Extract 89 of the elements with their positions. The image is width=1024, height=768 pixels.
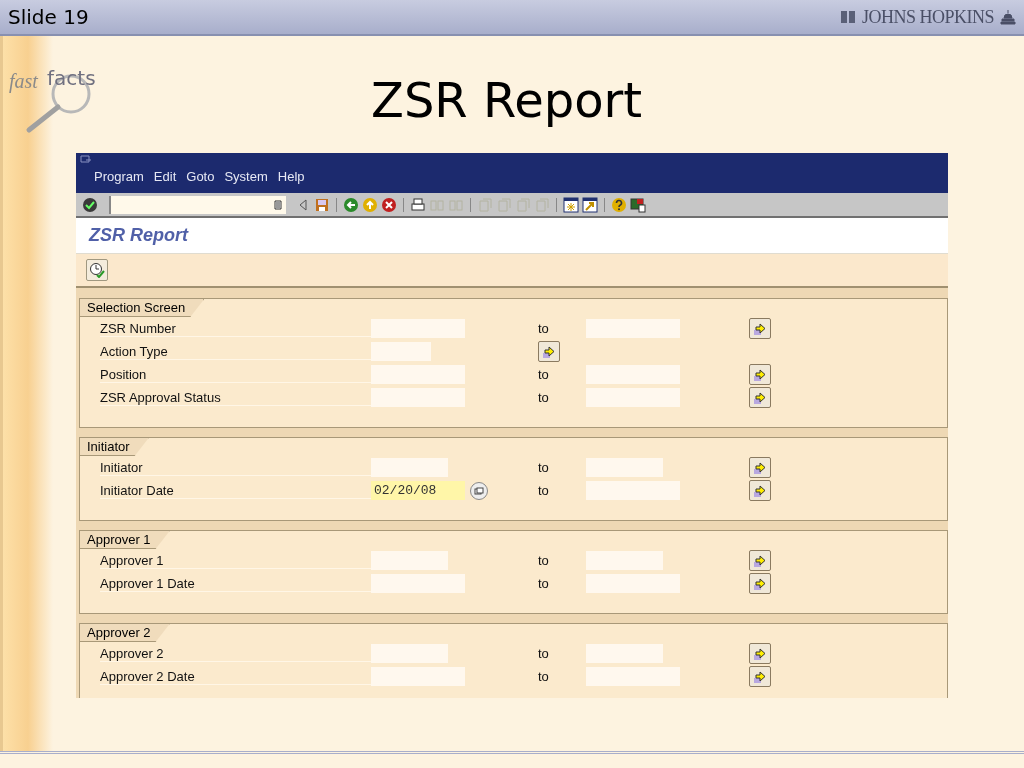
input-field[interactable] (586, 481, 680, 500)
input-field[interactable] (586, 388, 680, 407)
arrow-right-icon (753, 460, 767, 475)
cancel-icon[interactable] (381, 196, 397, 213)
multiple-selection-button[interactable] (538, 341, 560, 362)
layout-icon[interactable] (630, 196, 646, 213)
input-field[interactable] (371, 574, 465, 593)
help-icon[interactable] (611, 196, 627, 213)
check-icon[interactable] (82, 196, 98, 213)
menu-item[interactable]: Goto (181, 169, 220, 184)
range-label: to (538, 669, 550, 684)
field-label: Action Type (100, 343, 371, 360)
field-label: Approver 1 Date (100, 575, 371, 592)
logo-word: fast (9, 70, 38, 93)
new-window-icon[interactable] (563, 196, 579, 213)
range-label: to (538, 460, 550, 475)
arrow-right-icon (753, 367, 767, 382)
menu-item[interactable]: Program (89, 169, 149, 184)
group-title: Approver 1 (80, 531, 170, 549)
input-field[interactable] (371, 458, 448, 477)
arrow-right-icon (753, 646, 767, 661)
input-field[interactable] (371, 551, 448, 570)
execute-button[interactable] (86, 259, 108, 281)
multiple-selection-button[interactable] (749, 643, 771, 664)
dome-building-icon (1000, 9, 1016, 25)
multiple-selection-button[interactable] (749, 387, 771, 408)
field-label: ZSR Number (100, 320, 371, 337)
arrow-right-icon (753, 321, 767, 336)
field-label: Approver 1 (100, 552, 371, 569)
screen-title: ZSR Report (76, 218, 948, 254)
group-title: Approver 2 (80, 624, 170, 642)
range-label: to (538, 321, 550, 336)
multiple-selection-button[interactable] (749, 550, 771, 571)
arrow-right-icon (753, 483, 767, 498)
window-menu-icon (80, 155, 92, 164)
menu-item[interactable]: Edit (148, 169, 182, 184)
arrow-right-icon (542, 344, 556, 359)
input-field[interactable] (371, 365, 465, 384)
input-field[interactable] (371, 388, 465, 407)
field-label: Initiator (100, 459, 371, 476)
slide-number: Slide 19 (8, 5, 89, 29)
input-field[interactable] (586, 458, 663, 477)
calendar-button[interactable] (470, 481, 488, 500)
windows-icon (474, 486, 484, 495)
multiple-selection-button[interactable] (749, 666, 771, 687)
multiple-selection-button[interactable] (749, 364, 771, 385)
input-field[interactable] (371, 319, 465, 338)
input-field[interactable] (586, 667, 680, 686)
range-label: to (538, 646, 550, 661)
brand-name: JOHNS HOPKINS (861, 6, 994, 28)
input-field[interactable] (586, 319, 680, 338)
input-field[interactable] (371, 342, 431, 361)
arrow-right-icon (753, 553, 767, 568)
logo-word: facts (47, 66, 96, 90)
field-label: Approver 2 (100, 645, 371, 662)
save-icon[interactable] (314, 196, 330, 213)
date-input-field[interactable]: 02/20/08 (371, 481, 465, 500)
arrow-right-icon (753, 390, 767, 405)
arrow-right-icon (753, 576, 767, 591)
range-label: to (538, 367, 550, 382)
slide-title: ZSR Report (371, 72, 643, 130)
menu-item[interactable]: System (219, 169, 273, 184)
command-field[interactable] (109, 195, 286, 214)
input-field[interactable] (586, 574, 680, 593)
range-label: to (538, 553, 550, 568)
menu-item[interactable]: Help (272, 169, 310, 184)
multiple-selection-button[interactable] (749, 457, 771, 478)
print-icon[interactable] (410, 196, 426, 213)
group-title: Initiator (80, 438, 149, 456)
history-icon (274, 199, 282, 210)
range-label: to (538, 576, 550, 591)
multiple-selection-button[interactable] (749, 318, 771, 339)
range-label: to (538, 483, 550, 498)
field-label: Position (100, 366, 371, 383)
multiple-selection-button[interactable] (749, 480, 771, 501)
field-label: Approver 2 Date (100, 668, 371, 685)
arrow-right-icon (753, 669, 767, 684)
group-title: Selection Screen (80, 299, 205, 317)
input-field[interactable] (371, 644, 448, 663)
shortcut-icon[interactable] (582, 196, 598, 213)
clock-check-icon (89, 262, 105, 278)
multiple-selection-button[interactable] (749, 573, 771, 594)
input-field[interactable] (586, 551, 663, 570)
input-field[interactable] (586, 644, 663, 663)
input-field[interactable] (371, 667, 465, 686)
field-label: Initiator Date (100, 482, 371, 499)
range-label: to (538, 390, 550, 405)
field-label: ZSR Approval Status (100, 389, 371, 406)
input-field[interactable] (586, 365, 680, 384)
